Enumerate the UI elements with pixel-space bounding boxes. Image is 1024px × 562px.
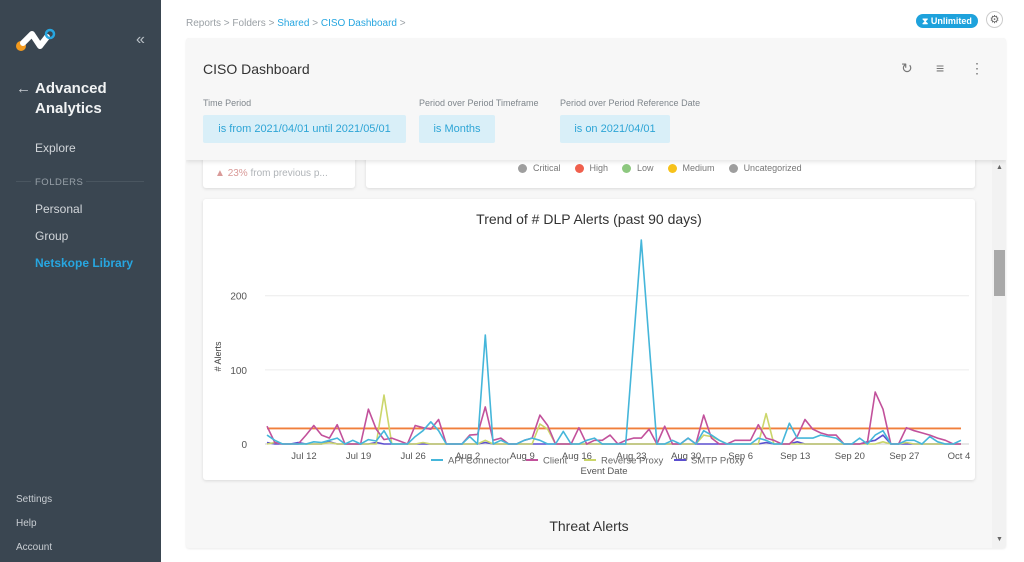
severity-legend-item[interactable]: Low (622, 163, 654, 173)
filter-pop-timeframe[interactable]: is Months (419, 115, 495, 143)
breadcrumb-separator: > (312, 18, 319, 29)
sidebar-item-personal[interactable]: Personal (35, 202, 82, 216)
hourglass-icon: ⧗ (922, 16, 929, 26)
back-arrow-icon[interactable]: ← (16, 80, 35, 119)
severity-legend-label: High (589, 163, 609, 173)
breadcrumb-shared[interactable]: Shared (277, 18, 309, 29)
sidebar-item-settings[interactable]: Settings (16, 494, 52, 505)
filter-label-time-period: Time Period (203, 98, 252, 108)
up-arrow-icon: ▲ (215, 168, 225, 179)
x-tick-label: Jul 19 (346, 451, 371, 462)
divider (16, 181, 31, 182)
scroll-up-icon[interactable]: ▲ (996, 164, 1003, 171)
dashboard-header: CISO Dashboard ↻ ≡ ⋮ Time Period is from… (186, 38, 1006, 160)
app-title-line2: Analytics (35, 100, 102, 117)
more-options-icon[interactable]: ⋮ (970, 60, 984, 77)
legend-label: SMTP Proxy (691, 456, 744, 467)
severity-legend-label: Medium (682, 163, 715, 173)
folders-section-label: FOLDERS (35, 177, 84, 188)
legend-label: Client (543, 456, 568, 467)
divider (86, 181, 144, 182)
legend-label: Reverse Proxy (601, 456, 664, 467)
severity-legend-label: Low (637, 163, 654, 173)
dlp-trend-chart: 0100200# AlertsJul 12 Jul 19 Jul 26 Aug 2 Au… (213, 239, 971, 477)
sidebar-item-help[interactable]: Help (16, 518, 37, 529)
legend-dot-icon (728, 163, 738, 173)
delta-text: from previous p... (250, 168, 328, 179)
severity-legend-item[interactable]: Uncategorized (728, 163, 802, 173)
app-title: ← Advanced Analytics (16, 79, 107, 119)
sidebar-item-account[interactable]: Account (16, 542, 52, 553)
breadcrumb-separator: > (268, 18, 275, 29)
app-title-line1: Advanced (35, 80, 107, 97)
severity-legend: Critical High Low Medium Uncategorized (518, 163, 816, 173)
sidebar-item-netskope-library[interactable]: Netskope Library (35, 256, 133, 270)
x-tick-label: Oct 4 (948, 451, 971, 462)
x-tick-label: Sep 27 (889, 451, 919, 462)
gear-glyph: ⚙ (989, 14, 1000, 26)
collapse-sidebar-icon[interactable]: « (136, 31, 145, 49)
scrollbar[interactable]: ▲ ▼ (992, 160, 1006, 548)
filter-pop-reference-date[interactable]: is on 2021/04/01 (560, 115, 670, 143)
series-line-reverse-proxy (266, 394, 961, 445)
breadcrumb-ciso-dashboard[interactable]: CISO Dashboard (321, 18, 397, 29)
filter-label-pop-timeframe: Period over Period Timeframe (419, 98, 539, 108)
scorecard-delta: ▲ 23% from previous p... (215, 168, 328, 179)
severity-legend-item[interactable]: High (574, 163, 609, 173)
legend-dot-icon (667, 163, 677, 173)
delta-percent: 23% (227, 168, 248, 179)
breadcrumb-separator: > (223, 18, 230, 29)
scroll-down-icon[interactable]: ▼ (996, 536, 1003, 543)
filter-time-period[interactable]: is from 2021/04/01 until 2021/05/01 (203, 115, 406, 143)
dashboard-title: CISO Dashboard (203, 61, 310, 77)
breadcrumb-reports[interactable]: Reports (186, 18, 221, 29)
settings-gear-icon[interactable]: ⚙ (986, 11, 1003, 28)
severity-legend-label: Critical (533, 163, 561, 173)
sidebar-item-explore[interactable]: Explore (35, 141, 76, 155)
severity-legend-item[interactable]: Medium (667, 163, 715, 173)
plan-badge-label: Unlimited (930, 16, 972, 26)
y-tick-label: 0 (241, 440, 247, 451)
x-tick-label: Jul 26 (400, 451, 425, 462)
sidebar-item-group[interactable]: Group (35, 229, 68, 243)
filter-icon[interactable]: ≡ (936, 60, 944, 76)
threat-alerts-title: Threat Alerts (549, 518, 629, 534)
dashboard-container: ▲ 23% from previous p... Critical High Low… (186, 38, 1006, 548)
breadcrumb: Reports > Folders > Shared > CISO Dashbo… (186, 18, 406, 29)
x-tick-label: Sep 13 (780, 451, 810, 462)
sidebar: « ← Advanced Analytics Explore FOLDERS P… (0, 0, 161, 562)
filter-label-pop-reference-date: Period over Period Reference Date (560, 98, 701, 108)
y-axis-label: # Alerts (213, 341, 223, 372)
severity-legend-label: Uncategorized (743, 163, 802, 173)
y-tick-label: 100 (230, 366, 247, 377)
netskope-logo-icon (16, 28, 56, 51)
x-axis-label: Event Date (581, 466, 628, 477)
legend-dot-icon (574, 163, 584, 173)
y-tick-label: 200 (230, 292, 247, 303)
scroll-thumb[interactable] (994, 250, 1005, 296)
x-tick-label: Jul 12 (291, 451, 316, 462)
legend-dot-icon (518, 163, 527, 173)
legend-label: API Connector (448, 456, 510, 467)
series-line-api-connector (266, 239, 962, 445)
severity-legend-item[interactable]: Critical (518, 163, 561, 173)
breadcrumb-separator: > (399, 18, 406, 29)
breadcrumb-folders[interactable]: Folders (232, 18, 265, 29)
x-tick-label: Sep 20 (835, 451, 865, 462)
dlp-trend-card: Trend of # DLP Alerts (past 90 days) 0 10… (203, 199, 975, 480)
plan-badge[interactable]: ⧗ Unlimited (916, 14, 978, 28)
refresh-icon[interactable]: ↻ (901, 60, 913, 77)
legend-dot-icon (622, 163, 632, 173)
series-line-client (266, 391, 961, 445)
